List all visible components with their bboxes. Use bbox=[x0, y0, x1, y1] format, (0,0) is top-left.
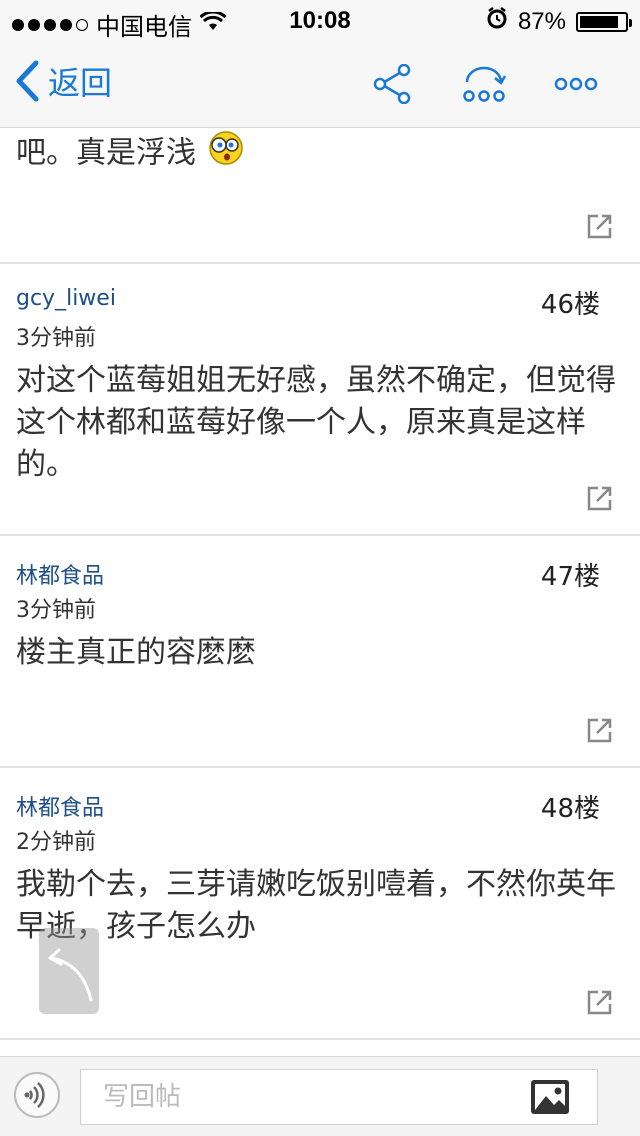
post-time: 3分钟前 bbox=[16, 598, 96, 623]
surprised-emoji-icon bbox=[206, 130, 246, 178]
reply-list[interactable]: 吧。真是浮浅 gcy_liwei 3分钟前 46楼 对这个蓝莓姐姐无好感，虽然不… bbox=[0, 128, 640, 1056]
post-body: 楼主真正的容麽麽 bbox=[16, 635, 256, 670]
curved-arrow-icon bbox=[48, 948, 93, 1002]
status-bar: 中国电信 10:08 87% bbox=[0, 0, 640, 41]
post-body: 我勒个去，三芽请嫩吃饭别噎着，不然你英年早逝，孩子怎么办 bbox=[16, 867, 616, 944]
alarm-icon bbox=[486, 7, 508, 36]
post-time: 2分钟前 bbox=[16, 830, 96, 855]
jump-floor-icon[interactable] bbox=[456, 62, 512, 106]
status-right: 87% bbox=[486, 7, 632, 36]
post-time: 3分钟前 bbox=[16, 326, 96, 351]
image-icon[interactable] bbox=[530, 1079, 570, 1115]
floor-number: 46楼 bbox=[540, 290, 600, 320]
nav-actions bbox=[364, 62, 604, 106]
chevron-left-icon bbox=[16, 60, 39, 102]
share-icon[interactable] bbox=[364, 62, 420, 106]
post-text: 吧。真是浮浅 bbox=[16, 135, 196, 171]
reply-input[interactable]: 写回帖 bbox=[80, 1069, 598, 1125]
voice-button[interactable] bbox=[14, 1072, 60, 1118]
nav-bar: 返回 bbox=[0, 40, 640, 128]
share-out-icon[interactable] bbox=[586, 716, 614, 744]
reply-bar: 写回帖 bbox=[0, 1056, 640, 1136]
post-author[interactable]: 林都食品 bbox=[16, 790, 104, 822]
floor-number: 47楼 bbox=[540, 562, 600, 592]
share-out-icon[interactable] bbox=[586, 212, 614, 240]
list-item: 林都食品 3分钟前 47楼 楼主真正的容麽麽 bbox=[0, 536, 640, 768]
share-out-icon[interactable] bbox=[586, 484, 614, 512]
post-author[interactable]: 林都食品 bbox=[16, 558, 104, 590]
reply-placeholder: 写回帖 bbox=[103, 1082, 182, 1112]
post-author[interactable]: gcy_liwei bbox=[16, 286, 116, 311]
more-icon[interactable] bbox=[548, 62, 604, 106]
floating-return-button[interactable] bbox=[39, 928, 99, 1014]
back-label: 返回 bbox=[48, 64, 113, 102]
battery-icon bbox=[576, 11, 632, 32]
share-out-icon[interactable] bbox=[586, 988, 614, 1016]
voice-icon bbox=[24, 1082, 45, 1108]
post-body: 对这个蓝莓姐姐无好感，虽然不确定，但觉得这个林都和蓝莓好像一个人，原来真是这样的… bbox=[16, 363, 616, 482]
floor-number: 48楼 bbox=[540, 794, 600, 824]
battery-percent: 87% bbox=[517, 7, 566, 35]
back-button[interactable]: 返回 bbox=[14, 58, 112, 104]
list-item: 吧。真是浮浅 bbox=[0, 128, 640, 264]
list-item: gcy_liwei 3分钟前 46楼 对这个蓝莓姐姐无好感，虽然不确定，但觉得这… bbox=[0, 264, 640, 536]
post-body: 吧。真是浮浅 bbox=[16, 130, 626, 178]
